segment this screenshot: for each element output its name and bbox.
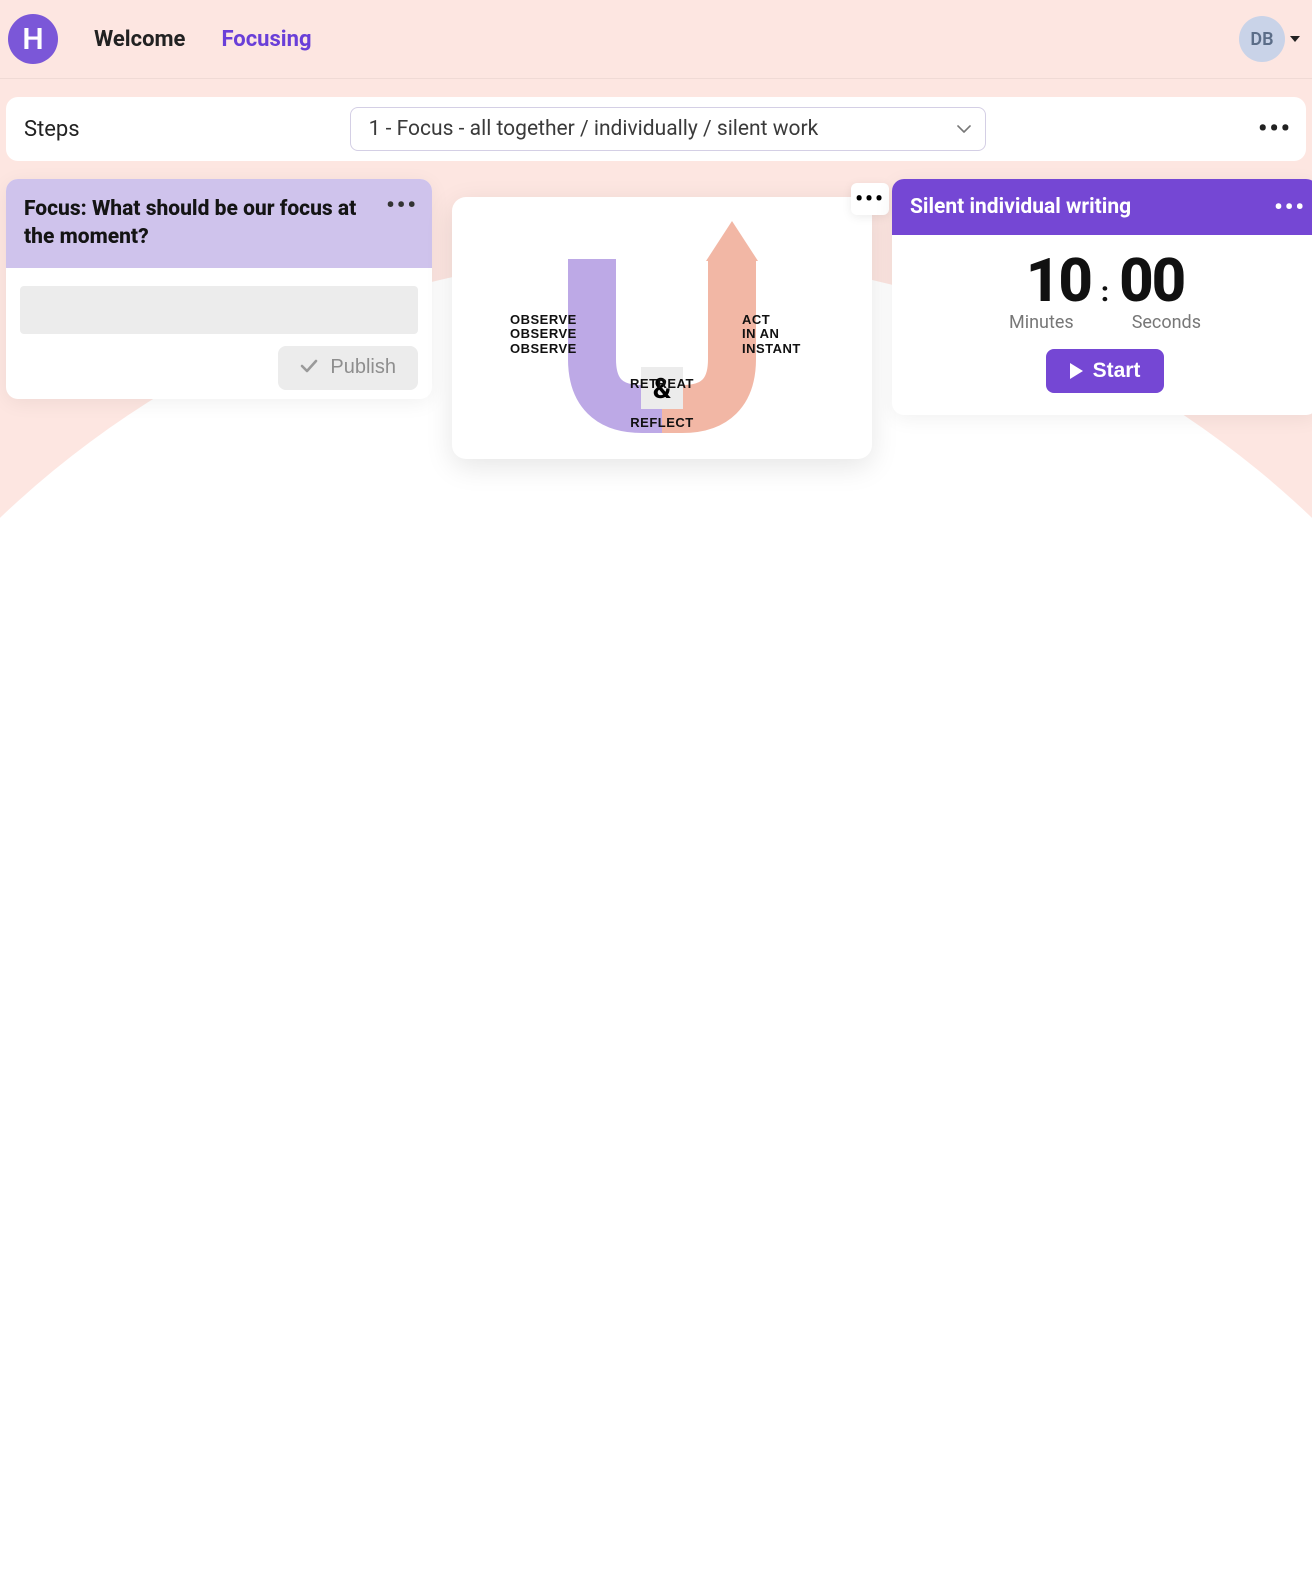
focus-card-more-icon[interactable]: ••• (386, 191, 418, 219)
play-icon (1070, 363, 1083, 379)
u-theory-diagram: OBSERVE OBSERVE OBSERVE ACT IN AN INSTAN… (474, 219, 850, 437)
nav-tabs: Welcome Focusing (94, 27, 312, 52)
diagram-act-label: ACT IN AN INSTANT (742, 313, 801, 356)
timer-card-title: Silent individual writing (910, 195, 1268, 219)
timer-minutes: 10 (1026, 245, 1091, 316)
top-bar: H Welcome Focusing DB (0, 0, 1312, 79)
chevron-down-icon[interactable] (1290, 36, 1300, 42)
timer-card: ••• Silent individual writing 10 : 00 Mi… (892, 179, 1312, 415)
timer-card-more-icon[interactable]: ••• (1274, 193, 1306, 221)
tab-focusing[interactable]: Focusing (221, 27, 311, 52)
publish-label: Publish (330, 356, 396, 379)
step-select[interactable]: 1 - Focus - all together / individually … (350, 107, 986, 151)
user-avatar[interactable]: DB (1239, 16, 1285, 62)
diagram-card: ••• OBSERVE OBSERVE OBSERVE ACT IN AN (452, 197, 872, 459)
focus-card-header: Focus: What should be our focus at the m… (6, 179, 432, 268)
tab-welcome[interactable]: Welcome (94, 27, 185, 52)
steps-bar: Steps 1 - Focus - all together / individ… (6, 97, 1306, 161)
check-icon (300, 356, 318, 379)
avatar-initials: DB (1250, 29, 1273, 50)
chevron-down-icon (957, 124, 971, 134)
focus-card: ••• Focus: What should be our focus at t… (6, 179, 432, 399)
start-label: Start (1093, 359, 1141, 383)
diagram-retreat-label: RETREAT REFLECT (630, 377, 694, 431)
focus-input[interactable] (20, 286, 418, 334)
logo-letter: H (22, 22, 43, 57)
diagram-observe-label: OBSERVE OBSERVE OBSERVE (510, 313, 577, 356)
cards-row: ••• Focus: What should be our focus at t… (0, 179, 1312, 459)
diagram-card-more-icon[interactable]: ••• (851, 183, 889, 215)
app-logo[interactable]: H (8, 14, 58, 64)
timer-card-header: Silent individual writing (892, 179, 1312, 235)
step-select-value: 1 - Focus - all together / individually … (369, 117, 819, 141)
publish-button[interactable]: Publish (278, 346, 418, 390)
diagram-card-wrap: ••• OBSERVE OBSERVE OBSERVE ACT IN AN (452, 197, 872, 459)
timer-minutes-label: Minutes (1009, 312, 1074, 333)
timer-display: 10 : 00 Minutes Seconds Start (892, 235, 1312, 393)
timer-seconds-label: Seconds (1132, 312, 1201, 333)
steps-label: Steps (24, 117, 80, 142)
focus-card-title: Focus: What should be our focus at the m… (24, 195, 372, 252)
start-button[interactable]: Start (1046, 349, 1165, 393)
timer-seconds: 00 (1119, 245, 1184, 316)
timer-colon: : (1101, 275, 1109, 308)
steps-more-icon[interactable]: ••• (1258, 114, 1292, 144)
